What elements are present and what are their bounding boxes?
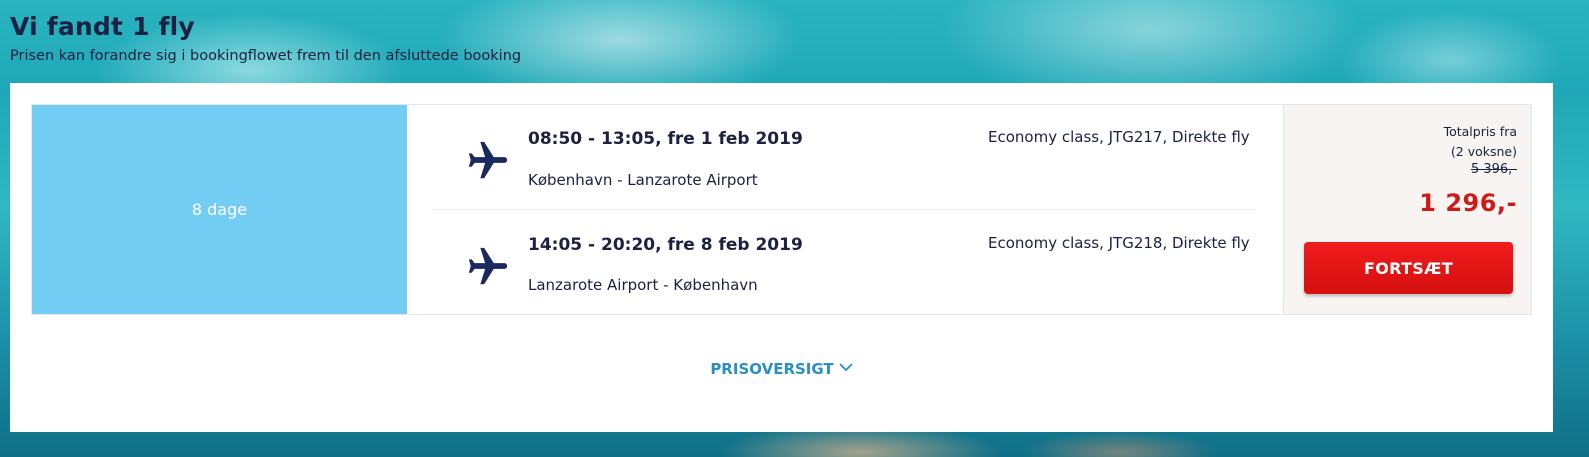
passenger-count-label: (2 voksne) <box>1450 144 1517 159</box>
flight-result-card: 8 dage 08:50 - 13:05, fre 1 feb 2019 Køb… <box>10 83 1553 432</box>
chevron-down-icon <box>839 363 853 372</box>
price-overview-toggle[interactable]: PRISOVERSIGT <box>10 360 1553 378</box>
trip-duration-label: 8 dage <box>191 200 248 219</box>
outbound-details: Economy class, JTG217, Direkte fly <box>988 128 1250 146</box>
old-price: 5 396,- <box>1470 162 1517 177</box>
airplane-icon <box>468 141 508 179</box>
price-overview-label: PRISOVERSIGT <box>710 360 834 378</box>
trip-duration-panel: 8 dage <box>32 105 407 314</box>
inbound-details: Economy class, JTG218, Direkte fly <box>988 234 1250 252</box>
total-price-label: Totalpris fra (2 voksne) <box>1444 122 1517 162</box>
price-panel: Totalpris fra (2 voksne) 5 396,- 1 296,-… <box>1283 105 1531 314</box>
total-price-label-line1: Totalpris fra <box>1443 124 1517 139</box>
outbound-route: København - Lanzarote Airport <box>528 171 758 189</box>
inbound-time: 14:05 - 20:20, fre 8 feb 2019 <box>528 235 803 255</box>
airplane-icon <box>468 247 508 285</box>
continue-button[interactable]: FORTSÆT <box>1304 242 1513 294</box>
results-header: Vi fandt 1 fly Prisen kan forandre sig i… <box>10 10 521 66</box>
current-price: 1 296,- <box>1419 189 1517 217</box>
page-title: Vi fandt 1 fly <box>10 12 195 41</box>
flight-legs: 08:50 - 13:05, fre 1 feb 2019 København … <box>407 105 1283 314</box>
inbound-route: Lanzarote Airport - København <box>528 276 758 294</box>
outbound-time: 08:50 - 13:05, fre 1 feb 2019 <box>528 129 803 149</box>
inbound-leg: 14:05 - 20:20, fre 8 feb 2019 Lanzarote … <box>433 210 1257 314</box>
flight-offer: 8 dage 08:50 - 13:05, fre 1 feb 2019 Køb… <box>31 104 1532 315</box>
outbound-leg: 08:50 - 13:05, fre 1 feb 2019 København … <box>433 105 1257 210</box>
page-subtitle: Prisen kan forandre sig i bookingflowet … <box>10 48 522 64</box>
